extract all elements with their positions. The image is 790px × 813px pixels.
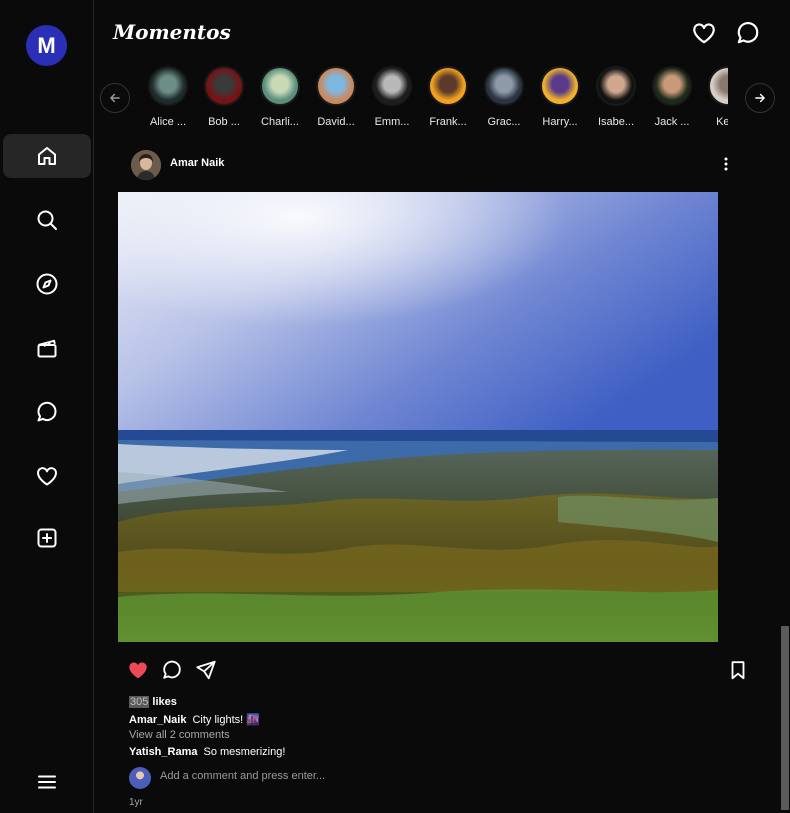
story-username: Emm... — [374, 116, 410, 128]
story-avatar — [204, 66, 244, 106]
story-username: Grac... — [487, 116, 521, 128]
story-avatar — [428, 66, 468, 106]
hamburger-menu-icon — [38, 775, 56, 789]
stories-next-button[interactable] — [745, 83, 775, 113]
sidebar-item-search[interactable] — [3, 198, 91, 242]
post-username[interactable]: Amar Naik — [170, 157, 224, 169]
stories-carousel: Alice ... Bob ... Charli... David... Emm... F… — [140, 66, 728, 136]
story-avatar — [540, 66, 580, 106]
story-avatar — [260, 66, 300, 106]
like-heart-icon[interactable] — [127, 659, 149, 681]
story-item[interactable]: Jack ... — [644, 66, 700, 128]
story-username: Frank... — [429, 116, 467, 128]
story-item[interactable]: Harry... — [532, 66, 588, 128]
post-timestamp: 1yr — [129, 797, 143, 808]
stories-prev-button[interactable] — [100, 83, 130, 113]
story-avatar — [372, 66, 412, 106]
story-item[interactable]: Isabe... — [588, 66, 644, 128]
sidebar-item-explore[interactable] — [3, 262, 91, 306]
sidebar-item-messages[interactable] — [3, 390, 91, 434]
story-username: Harry... — [542, 116, 578, 128]
sidebar-item-reels[interactable] — [3, 326, 91, 370]
compass-icon — [36, 273, 58, 295]
scrollbar-thumb[interactable] — [781, 626, 789, 810]
story-item[interactable]: David... — [308, 66, 364, 128]
story-avatar — [148, 66, 188, 106]
caption-text: City lights! 🌆 — [192, 714, 260, 726]
story-avatar — [596, 66, 636, 106]
arrow-right-icon — [755, 93, 765, 103]
story-item[interactable]: Emm... — [364, 66, 420, 128]
profile-avatar[interactable]: M — [26, 25, 67, 66]
view-all-comments-link[interactable]: View all 2 comments — [129, 729, 230, 741]
story-avatar — [708, 66, 728, 106]
sidebar: M — [0, 0, 94, 813]
sidebar-item-notifications[interactable] — [3, 454, 91, 498]
story-username: Jack ... — [654, 116, 690, 128]
avatar-photo — [131, 150, 161, 180]
home-icon — [38, 147, 56, 165]
story-avatar — [652, 66, 692, 106]
story-username: Bob ... — [208, 116, 240, 128]
likes-label: likes — [152, 696, 177, 708]
sidebar-item-more[interactable] — [3, 760, 91, 804]
search-icon — [37, 210, 57, 230]
chat-bubble-icon — [37, 401, 57, 422]
post-image[interactable] — [118, 192, 718, 642]
app-logo[interactable]: Momentos — [113, 20, 231, 44]
comment-text: So mesmerizing! — [203, 746, 286, 758]
likes-count[interactable]: 305 likes — [129, 696, 177, 708]
chat-bubble-icon[interactable] — [735, 20, 761, 46]
comment-username[interactable]: Yatish_Rama — [129, 746, 197, 758]
current-user-avatar — [129, 767, 151, 789]
story-item[interactable]: Frank... — [420, 66, 476, 128]
story-username: David... — [317, 116, 355, 128]
bookmark-icon[interactable] — [727, 659, 749, 681]
more-options-icon[interactable] — [718, 156, 734, 172]
post-caption: Amar_Naik City lights! 🌆 — [129, 713, 260, 726]
sidebar-item-home[interactable] — [3, 134, 91, 178]
story-avatar — [484, 66, 524, 106]
story-username: Charli... — [261, 116, 299, 128]
post-author-avatar[interactable] — [131, 150, 161, 180]
arrow-left-icon — [110, 93, 120, 103]
story-username: Isabe... — [597, 116, 635, 128]
plus-square-icon — [37, 528, 57, 548]
add-comment-input[interactable] — [160, 770, 480, 782]
story-item[interactable]: Kelly — [700, 66, 728, 128]
story-item[interactable]: Grac... — [476, 66, 532, 128]
caption-username[interactable]: Amar_Naik — [129, 714, 186, 726]
likes-number: 305 — [129, 696, 150, 708]
story-avatar — [316, 66, 356, 106]
clapperboard-icon — [37, 339, 57, 358]
comment-row: Yatish_Rama So mesmerizing! — [129, 746, 285, 758]
story-item[interactable]: Bob ... — [196, 66, 252, 128]
story-item[interactable]: Alice ... — [140, 66, 196, 128]
story-item[interactable]: Charli... — [252, 66, 308, 128]
heart-icon[interactable] — [691, 20, 717, 46]
story-username: Kelly — [716, 116, 728, 128]
story-username: Alice ... — [149, 116, 187, 128]
comment-icon[interactable] — [161, 659, 183, 681]
share-send-icon[interactable] — [195, 659, 217, 681]
heart-icon — [37, 467, 57, 486]
sidebar-item-create[interactable] — [3, 516, 91, 560]
